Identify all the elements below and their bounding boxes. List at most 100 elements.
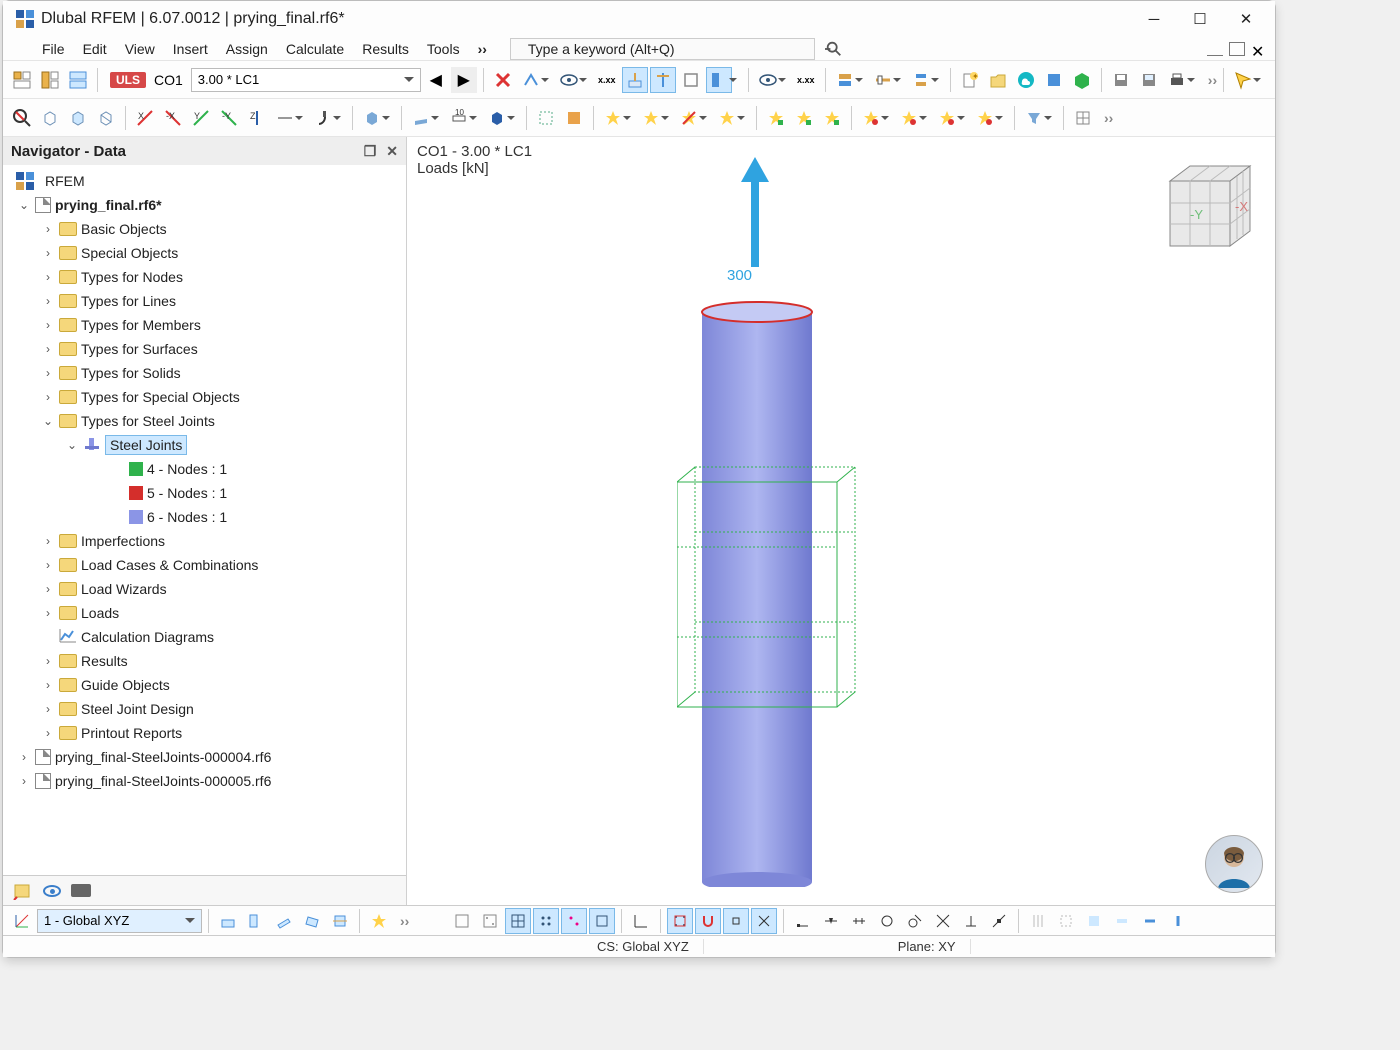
tb-cloud-teal-icon[interactable] [1013,67,1039,93]
tree-row[interactable]: › Types for Solids [3,361,406,385]
tree-row[interactable]: › Guide Objects [3,673,406,697]
tb-legend2-icon[interactable] [870,67,896,93]
tb2-axis-x-icon[interactable]: X [132,105,158,131]
tb2-cube3-icon[interactable] [93,105,119,131]
chevron-right-icon[interactable]: › [41,678,55,692]
bt-wp2-icon[interactable] [243,908,269,934]
tb-new-project-icon[interactable]: ✦ [957,67,983,93]
bt-wp3-icon[interactable] [271,908,297,934]
nav-root[interactable]: RFEM [45,173,85,189]
bt-snap-circle-icon[interactable] [874,908,900,934]
bt-snap-cross-icon[interactable] [751,908,777,934]
tree-row[interactable]: ›Imperfections [3,529,406,553]
menu-results[interactable]: Results [353,39,418,59]
chevron-right-icon[interactable]: › [41,390,55,404]
chevron-right-icon[interactable]: › [41,702,55,716]
tree-label[interactable]: Steel Joints [105,435,187,455]
tb2-axis-z-icon[interactable]: Z [244,105,270,131]
mdi-minimize-icon[interactable] [1207,42,1223,56]
tb2-face-icon[interactable] [408,105,434,131]
tb2-cube2-icon[interactable] [65,105,91,131]
tb2-mesh1-icon[interactable] [533,105,559,131]
tb2-axis-negy-icon[interactable]: -Y [216,105,242,131]
tree-row[interactable]: › Types for Special Objects [3,385,406,409]
menu-assign[interactable]: Assign [217,39,277,59]
tree-label[interactable]: Guide Objects [81,677,170,693]
menu-calculate[interactable]: Calculate [277,39,353,59]
tree-row[interactable]: 4 - Nodes : 1 [3,457,406,481]
bt-wp1-icon[interactable] [215,908,241,934]
tree-label[interactable]: Load Wizards [81,581,167,597]
assistant-avatar[interactable] [1205,835,1263,893]
nav-tab-data-icon[interactable] [13,882,33,900]
bt-snap-axes-icon[interactable] [628,908,654,934]
tree-label[interactable]: 4 - Nodes : 1 [147,461,227,477]
chevron-right-icon[interactable]: › [41,558,55,572]
tree-label[interactable]: Types for Lines [81,293,176,309]
prev-combo-button[interactable]: ◀ [423,67,449,93]
navigator-tree[interactable]: RFEM ⌄ prying_final.rf6* › Basic Objects ›… [3,165,406,875]
navigator-close-icon[interactable]: ✕ [386,143,398,160]
tb-render-mode-icon[interactable] [706,67,732,93]
tree-row[interactable]: Calculation Diagrams [3,625,406,649]
tb2-star-y3-icon[interactable] [676,105,702,131]
tb-numbering-icon[interactable] [518,67,544,93]
bt-grid2-icon[interactable] [477,908,503,934]
mdi-close-icon[interactable]: ✕ [1251,42,1267,56]
tb-eye-results-icon[interactable] [755,67,781,93]
tree-row[interactable]: ›Special Objects [3,241,406,265]
bt-snap-int-icon[interactable] [930,908,956,934]
navigator-popout-icon[interactable]: ❐ [364,143,377,160]
tree-label[interactable]: Types for Special Objects [81,389,240,405]
tb2-funnel-icon[interactable] [1021,105,1047,131]
bt-cs-icon[interactable] [9,908,35,934]
tree-label[interactable]: prying_final-SteelJoints-000005.rf6 [55,773,271,789]
bt-guides1-icon[interactable] [1025,908,1051,934]
chevron-down-icon[interactable]: ⌄ [17,198,31,212]
menu-edit[interactable]: Edit [74,39,116,59]
chevron-right-icon[interactable]: › [41,654,55,668]
tb2-axis-y-icon[interactable]: Y [188,105,214,131]
tb2-axis-more-icon[interactable] [272,105,298,131]
tree-label[interactable]: Basic Objects [81,221,167,237]
tree-label[interactable]: Load Cases & Combinations [81,557,258,573]
tb-arrange-2-icon[interactable] [37,67,63,93]
tree-label[interactable]: Calculation Diagrams [81,629,214,645]
close-button[interactable]: ✕ [1223,5,1269,33]
tb2-microscope-icon[interactable] [310,105,336,131]
bt-snap-tan-icon[interactable] [902,908,928,934]
tb-print-icon[interactable] [1164,67,1190,93]
tb2-grid-icon[interactable] [1070,105,1096,131]
tb2-mesh2-icon[interactable] [561,105,587,131]
menu-insert[interactable]: Insert [164,39,217,59]
tb-xxx2-icon[interactable]: x.xx [793,67,819,93]
tree-label[interactable]: prying_final-SteelJoints-000004.rf6 [55,749,271,765]
chevron-right-icon[interactable]: › [41,366,55,380]
tree-row[interactable]: › Load Cases & Combinations [3,553,406,577]
bt-grid5-icon[interactable] [561,908,587,934]
nav-model[interactable]: prying_final.rf6* [55,197,162,213]
load-combo-select[interactable]: 3.00 * LC1 [191,68,421,92]
tree-row[interactable]: ›prying_final-SteelJoints-000004.rf6 [3,745,406,769]
tb2-shade-box-icon[interactable] [359,105,385,131]
minimize-button[interactable]: ─ [1131,5,1177,33]
viewport[interactable]: CO1 - 3.00 * LC1 Loads [kN] [407,137,1275,905]
tb2-star-y4-icon[interactable] [714,105,740,131]
menu-more-icon[interactable]: ›› [469,39,496,59]
tb-eye-view-icon[interactable] [556,67,582,93]
tree-label[interactable]: 6 - Nodes : 1 [147,509,227,525]
chevron-right-icon[interactable]: › [41,246,55,260]
mdi-restore-icon[interactable] [1229,42,1245,56]
bt-wp5-icon[interactable] [327,908,353,934]
tb-xxx1-icon[interactable]: x.xx [594,67,620,93]
bt-snap-end-icon[interactable] [723,908,749,934]
tree-label[interactable]: Types for Solids [81,365,181,381]
bt-grid1-icon[interactable] [449,908,475,934]
bt-guides3-icon[interactable] [1081,908,1107,934]
chevron-right-icon[interactable]: › [41,606,55,620]
bt-snap-grid-icon[interactable] [667,908,693,934]
tree-label[interactable]: Types for Nodes [81,269,183,285]
tb-arrange-1-icon[interactable] [9,67,35,93]
tree-row[interactable]: ›Steel Joint Design [3,697,406,721]
tb2-star-g1-icon[interactable] [763,105,789,131]
